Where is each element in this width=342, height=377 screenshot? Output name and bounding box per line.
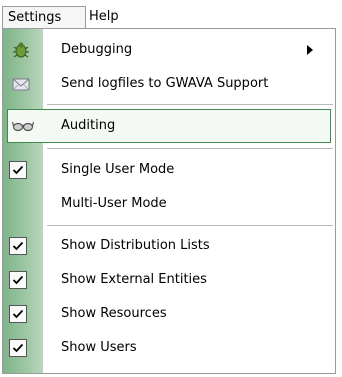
envelope-icon (11, 75, 31, 93)
menu-item-show-resources[interactable]: Show Resources (3, 297, 335, 331)
menu-separator (47, 225, 333, 226)
checkmark-icon (9, 305, 27, 323)
menu-separator (47, 148, 333, 149)
menu-item-auditing[interactable]: Auditing (7, 109, 331, 143)
menu-item-label: Show Distribution Lists (61, 238, 210, 253)
menu-item-send-logfiles[interactable]: Send logfiles to GWAVA Support (3, 67, 335, 101)
menu-item-label: Single User Mode (61, 162, 175, 177)
menu-item-label: Show Users (61, 340, 137, 355)
submenu-arrow-icon (307, 45, 313, 55)
menu-item-label: Send logfiles to GWAVA Support (61, 76, 269, 91)
menu-item-label: Debugging (61, 42, 133, 57)
checkmark-icon (9, 271, 27, 289)
checkmark-icon (9, 237, 27, 255)
menu-item-show-external-entities[interactable]: Show External Entities (3, 263, 335, 297)
menu-item-debugging[interactable]: Debugging (3, 33, 335, 67)
glasses-icon (11, 117, 35, 135)
checkmark-icon (9, 161, 27, 179)
menu-item-show-distribution-lists[interactable]: Show Distribution Lists (3, 229, 335, 263)
menu-item-label: Show External Entities (61, 272, 207, 287)
checkmark-icon (9, 339, 27, 357)
menu-item-show-users[interactable]: Show Users (3, 331, 335, 365)
menu-item-multi-user-mode[interactable]: Multi-User Mode (3, 187, 335, 221)
help-menu[interactable]: Help (84, 6, 138, 28)
menu-item-label: Multi-User Mode (61, 196, 167, 211)
menu-separator (47, 104, 333, 105)
bug-icon (11, 41, 31, 59)
menu-item-label: Show Resources (61, 306, 167, 321)
menu-item-label: Auditing (61, 118, 116, 133)
menu-item-single-user-mode[interactable]: Single User Mode (3, 153, 335, 187)
settings-dropdown: Debugging Send logfiles to GWAVA Support (2, 28, 336, 374)
settings-menu[interactable]: Settings (2, 6, 86, 28)
